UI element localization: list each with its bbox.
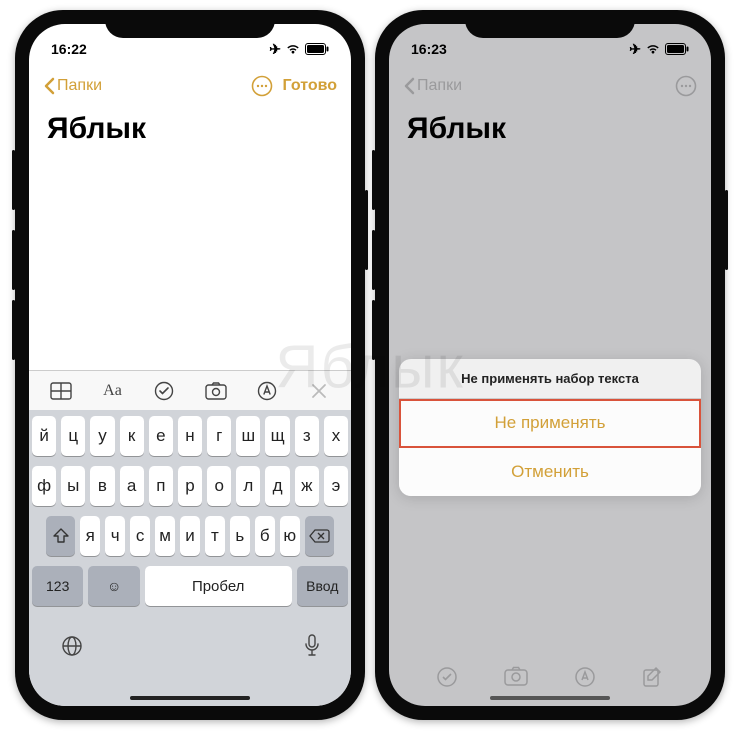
- key-ц[interactable]: ц: [61, 416, 85, 456]
- notch: [105, 10, 275, 38]
- key-ы[interactable]: ы: [61, 466, 85, 506]
- key-и[interactable]: и: [180, 516, 200, 556]
- key-з[interactable]: з: [295, 416, 319, 456]
- markup-icon: [574, 666, 596, 688]
- key-м[interactable]: м: [155, 516, 175, 556]
- globe-icon[interactable]: [60, 634, 84, 658]
- shift-key[interactable]: [46, 516, 75, 556]
- key-е[interactable]: е: [149, 416, 173, 456]
- key-н[interactable]: н: [178, 416, 202, 456]
- emoji-key[interactable]: ☺: [88, 566, 139, 606]
- back-label: Папки: [417, 77, 462, 95]
- key-п[interactable]: п: [149, 466, 173, 506]
- battery-icon: [305, 43, 329, 55]
- cancel-button[interactable]: Отменить: [399, 448, 701, 496]
- keyboard: йцукенгшщзх фывапролджэ ячсмитьбю 123 ☺ …: [29, 410, 351, 706]
- markup-icon[interactable]: [246, 376, 288, 406]
- key-о[interactable]: о: [207, 466, 231, 506]
- clock: 16:23: [411, 41, 447, 57]
- space-key[interactable]: Пробел: [145, 566, 292, 606]
- key-я[interactable]: я: [80, 516, 100, 556]
- checklist-icon[interactable]: [143, 376, 185, 406]
- key-ш[interactable]: ш: [236, 416, 260, 456]
- note-title: Яблык: [389, 106, 711, 152]
- key-с[interactable]: с: [130, 516, 150, 556]
- nav-bar: Папки Готово: [29, 66, 351, 106]
- nav-bar: Папки: [389, 66, 711, 106]
- back-label: Папки: [57, 77, 102, 95]
- wifi-icon: [285, 43, 301, 55]
- backspace-key[interactable]: [305, 516, 334, 556]
- phone-right: 16:23 ✈︎ Папки Яблык Не применять набор …: [375, 10, 725, 720]
- compose-icon: [642, 666, 664, 688]
- camera-icon: [504, 666, 528, 688]
- done-button[interactable]: Готово: [283, 77, 337, 95]
- key-у[interactable]: у: [90, 416, 114, 456]
- notch: [465, 10, 635, 38]
- battery-icon: [665, 43, 689, 55]
- key-ф[interactable]: ф: [32, 466, 56, 506]
- bottom-toolbar: [389, 666, 711, 688]
- key-ч[interactable]: ч: [105, 516, 125, 556]
- back-button[interactable]: Папки: [43, 77, 102, 95]
- note-title[interactable]: Яблык: [29, 106, 351, 152]
- key-б[interactable]: б: [255, 516, 275, 556]
- key-ж[interactable]: ж: [295, 466, 319, 506]
- more-icon: [675, 75, 697, 97]
- format-icon[interactable]: Aa: [91, 376, 133, 406]
- key-ю[interactable]: ю: [280, 516, 300, 556]
- status-icons: ✈︎: [269, 41, 329, 58]
- key-р[interactable]: р: [178, 466, 202, 506]
- clock: 16:22: [51, 41, 87, 57]
- key-л[interactable]: л: [236, 466, 260, 506]
- phone-left: 16:22 ✈︎ Папки: [15, 10, 365, 720]
- numbers-key[interactable]: 123: [32, 566, 83, 606]
- wifi-icon: [645, 43, 661, 55]
- key-а[interactable]: а: [120, 466, 144, 506]
- sheet-title: Не применять набор текста: [399, 359, 701, 399]
- screen-right: 16:23 ✈︎ Папки Яблык Не применять набор …: [389, 24, 711, 706]
- checklist-icon: [436, 666, 458, 688]
- return-key[interactable]: Ввод: [297, 566, 348, 606]
- key-в[interactable]: в: [90, 466, 114, 506]
- table-icon[interactable]: [40, 376, 82, 406]
- keyboard-toolbar: Aa: [29, 370, 351, 410]
- key-х[interactable]: х: [324, 416, 348, 456]
- airplane-icon: ✈︎: [629, 41, 641, 58]
- camera-icon[interactable]: [195, 376, 237, 406]
- key-к[interactable]: к: [120, 416, 144, 456]
- key-э[interactable]: э: [324, 466, 348, 506]
- more-icon[interactable]: [251, 75, 273, 97]
- mic-icon[interactable]: [304, 634, 320, 658]
- airplane-icon: ✈︎: [269, 41, 281, 58]
- chevron-left-icon: [43, 77, 55, 95]
- key-й[interactable]: й: [32, 416, 56, 456]
- home-indicator[interactable]: [490, 696, 610, 700]
- status-icons: ✈︎: [629, 41, 689, 58]
- key-т[interactable]: т: [205, 516, 225, 556]
- home-indicator[interactable]: [130, 696, 250, 700]
- key-г[interactable]: г: [207, 416, 231, 456]
- key-ь[interactable]: ь: [230, 516, 250, 556]
- chevron-left-icon: [403, 77, 415, 95]
- action-sheet: Не применять набор текста Не применять О…: [399, 359, 701, 496]
- close-icon[interactable]: [298, 376, 340, 406]
- back-button: Папки: [403, 77, 462, 95]
- key-д[interactable]: д: [265, 466, 289, 506]
- screen-left: 16:22 ✈︎ Папки: [29, 24, 351, 706]
- key-щ[interactable]: щ: [265, 416, 289, 456]
- undo-button[interactable]: Не применять: [399, 399, 701, 448]
